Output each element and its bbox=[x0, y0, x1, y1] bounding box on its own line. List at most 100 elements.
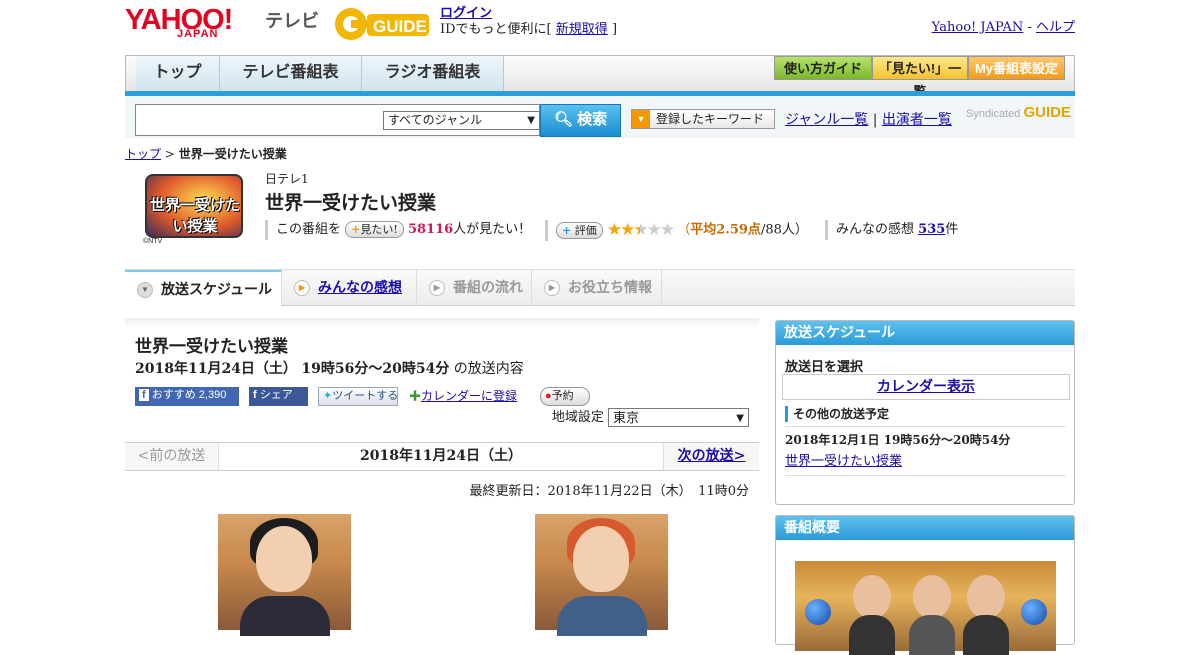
tab-program-flow[interactable]: ▶ 番組の流れ bbox=[417, 270, 532, 306]
genre-select[interactable]: すべてのジャンル ▼ bbox=[383, 111, 540, 130]
program-overview-image bbox=[795, 561, 1056, 655]
rating-section: + 評価 ★★★★★ （平均2.59点/88人） bbox=[545, 220, 808, 241]
broadcast-date-suffix: の放送内容 bbox=[453, 361, 524, 377]
tab-program-flow-label: 番組の流れ bbox=[453, 279, 523, 295]
broadcast-date: 2018年11月24日（土） 19時56分～20時54分 の放送内容 bbox=[135, 358, 524, 378]
star-icon: ★ bbox=[620, 220, 635, 240]
login-close-bracket: ] bbox=[611, 22, 618, 37]
chevron-right-icon: ▶ bbox=[294, 280, 310, 296]
search-button-label: 検索 bbox=[577, 111, 608, 128]
facebook-icon: f bbox=[253, 389, 257, 401]
schedule-box: 放送スケジュール 放送日を選択 カレンダー表示 その他の放送予定 2018年12… bbox=[775, 320, 1075, 505]
divider bbox=[785, 426, 1066, 427]
chevron-right-icon: ▶ bbox=[429, 280, 445, 296]
syndicated-brand: GUIDE bbox=[1023, 104, 1071, 121]
divider bbox=[785, 475, 1066, 476]
tab-reviews-label: みんなの感想 bbox=[318, 279, 402, 295]
next-broadcast-link[interactable]: 次の放送> bbox=[663, 443, 759, 470]
other-schedule-heading: その他の放送予定 bbox=[785, 406, 889, 422]
reserve-label: 予約 bbox=[551, 390, 574, 402]
rating-open: （ bbox=[677, 222, 691, 238]
gguide-logo[interactable]: GUIDE bbox=[333, 6, 433, 42]
tab-useful-info[interactable]: ▶ お役立ち情報 bbox=[532, 270, 662, 306]
search-button[interactable]: 🔍︎ 検索 bbox=[540, 104, 621, 137]
schedule-box-title: 放送スケジュール bbox=[776, 321, 1074, 345]
chevron-down-icon: ▼ bbox=[736, 413, 744, 424]
chevron-down-icon: ▼ bbox=[137, 282, 153, 298]
calendar-plus-icon: ✚ bbox=[409, 389, 422, 403]
tab-schedule-label: 放送スケジュール bbox=[161, 281, 273, 297]
syndicated-gguide-badge: Syndicated GUIDE bbox=[966, 104, 1071, 121]
breadcrumb-separator: > bbox=[164, 147, 175, 161]
rate-button[interactable]: + 評価 bbox=[556, 221, 603, 239]
chevron-down-icon: ▼ bbox=[527, 115, 535, 126]
tab-reviews[interactable]: ▶ みんなの感想 bbox=[282, 270, 417, 306]
login-sub-text: IDでもっと便利に[ bbox=[440, 22, 552, 37]
reviews-section: みんなの感想 535件 bbox=[825, 220, 958, 240]
usage-guide-button[interactable]: 使い方ガイド bbox=[774, 56, 872, 80]
rate-button-label: 評価 bbox=[574, 223, 597, 237]
tweet-label: ツイートする bbox=[332, 390, 399, 402]
tab-schedule[interactable]: ▼ 放送スケジュール bbox=[125, 270, 282, 307]
chevron-right-icon: ▶ bbox=[544, 280, 560, 296]
my-guide-settings-button[interactable]: My番組表設定 bbox=[968, 56, 1065, 80]
want-prefix: この番組を bbox=[276, 222, 342, 237]
rating-average: 平均2.59点 bbox=[690, 222, 761, 238]
reviews-suffix: 件 bbox=[945, 222, 959, 237]
nav-tab-top[interactable]: トップ bbox=[136, 56, 220, 93]
copyright-text: ©NTV bbox=[143, 238, 163, 245]
other-schedule-date: 2018年12月1日 19時56分～20時54分 bbox=[785, 433, 1011, 447]
calendar-register-link[interactable]: カレンダーに登録 bbox=[421, 389, 517, 403]
tv-logo-text[interactable]: テレビ bbox=[265, 7, 319, 33]
search-links-divider: | bbox=[872, 112, 878, 128]
help-link[interactable]: ヘルプ bbox=[1036, 20, 1075, 35]
program-tabs: ▼ 放送スケジュール ▶ みんなの感想 ▶ 番組の流れ ▶ お役立ち情報 bbox=[125, 269, 1075, 307]
genre-list-link[interactable]: ジャンル一覧 bbox=[785, 112, 868, 128]
region-select[interactable]: 東京 ▼ bbox=[608, 408, 749, 427]
keyword-button[interactable]: ▼ 登録したキーワード bbox=[631, 109, 775, 129]
want-list-button[interactable]: 「見たい!」一覧 bbox=[872, 56, 968, 99]
performer-list-link[interactable]: 出演者一覧 bbox=[882, 112, 952, 128]
tweet-button[interactable]: ✦ツイートする bbox=[318, 387, 398, 406]
calendar-display-link[interactable]: カレンダー表示 bbox=[782, 374, 1070, 400]
fb-recommend-count: 2,390 bbox=[198, 389, 227, 401]
login-box: ログイン IDでもっと便利に[ 新規取得 ] bbox=[440, 6, 617, 38]
overview-box: 番組概要 bbox=[775, 515, 1075, 655]
record-dot-icon: ● bbox=[545, 390, 552, 402]
other-schedule-link[interactable]: 世界一受けたい授業 bbox=[785, 450, 902, 469]
nav-tab-radio-guide[interactable]: ラジオ番組表 bbox=[362, 56, 504, 93]
fb-recommend-button[interactable]: f おすすめ 2,390 bbox=[135, 387, 239, 406]
header-links: Yahoo! JAPAN - ヘルプ bbox=[932, 16, 1075, 35]
rating-count: /88人） bbox=[760, 222, 808, 238]
calendar-register: ✚カレンダーに登録 bbox=[409, 387, 517, 406]
star-empty-icon: ★ bbox=[646, 220, 662, 240]
nav-tab-tv-guide[interactable]: テレビ番組表 bbox=[220, 56, 362, 93]
program-title: 世界一受けたい授業 bbox=[265, 193, 437, 214]
reserve-button[interactable]: ●予約 bbox=[540, 387, 590, 406]
last-updated: 最終更新日：2018年11月22日（木） 11時0分 bbox=[469, 484, 749, 499]
plus-icon: + bbox=[351, 223, 361, 236]
signup-link[interactable]: 新規取得 bbox=[556, 22, 608, 37]
yahoo-japan-link[interactable]: Yahoo! JAPAN bbox=[932, 20, 1024, 35]
login-link[interactable]: ログイン bbox=[440, 6, 492, 21]
star-half-icon: ★ bbox=[633, 220, 648, 240]
broadcast-date-day: 2018年11月24日（土） bbox=[135, 361, 297, 377]
reviews-count-link[interactable]: 535 bbox=[918, 222, 945, 237]
region-select-value: 東京 bbox=[613, 411, 640, 426]
facebook-icon: f bbox=[139, 389, 149, 401]
breadcrumb-home-link[interactable]: トップ bbox=[125, 147, 161, 161]
want-button[interactable]: +見たい! bbox=[345, 221, 404, 238]
search-bar: すべてのジャンル ▼ 🔍︎ 検索 ▼ 登録したキーワード ジャンル一覧 | 出演者一… bbox=[125, 96, 1075, 138]
broadcast-title: 世界一受けたい授業 bbox=[135, 337, 288, 356]
overview-box-title: 番組概要 bbox=[776, 516, 1074, 540]
guest-photo-2 bbox=[535, 514, 668, 636]
want-button-label: 見たい! bbox=[360, 223, 398, 236]
tab-useful-info-label: お役立ち情報 bbox=[568, 279, 652, 295]
rating-stars: ★★★★★ bbox=[607, 220, 675, 240]
fb-share-button[interactable]: f シェア bbox=[249, 387, 308, 406]
yahoo-japan-logo-text: JAPAN bbox=[177, 28, 219, 40]
syndicated-label: Syndicated bbox=[965, 108, 1021, 120]
broadcast-pager: <前の放送 2018年11月24日（土） 次の放送> bbox=[125, 442, 759, 471]
guest-photo-1 bbox=[218, 514, 351, 636]
want-count: 58116 bbox=[407, 222, 454, 237]
